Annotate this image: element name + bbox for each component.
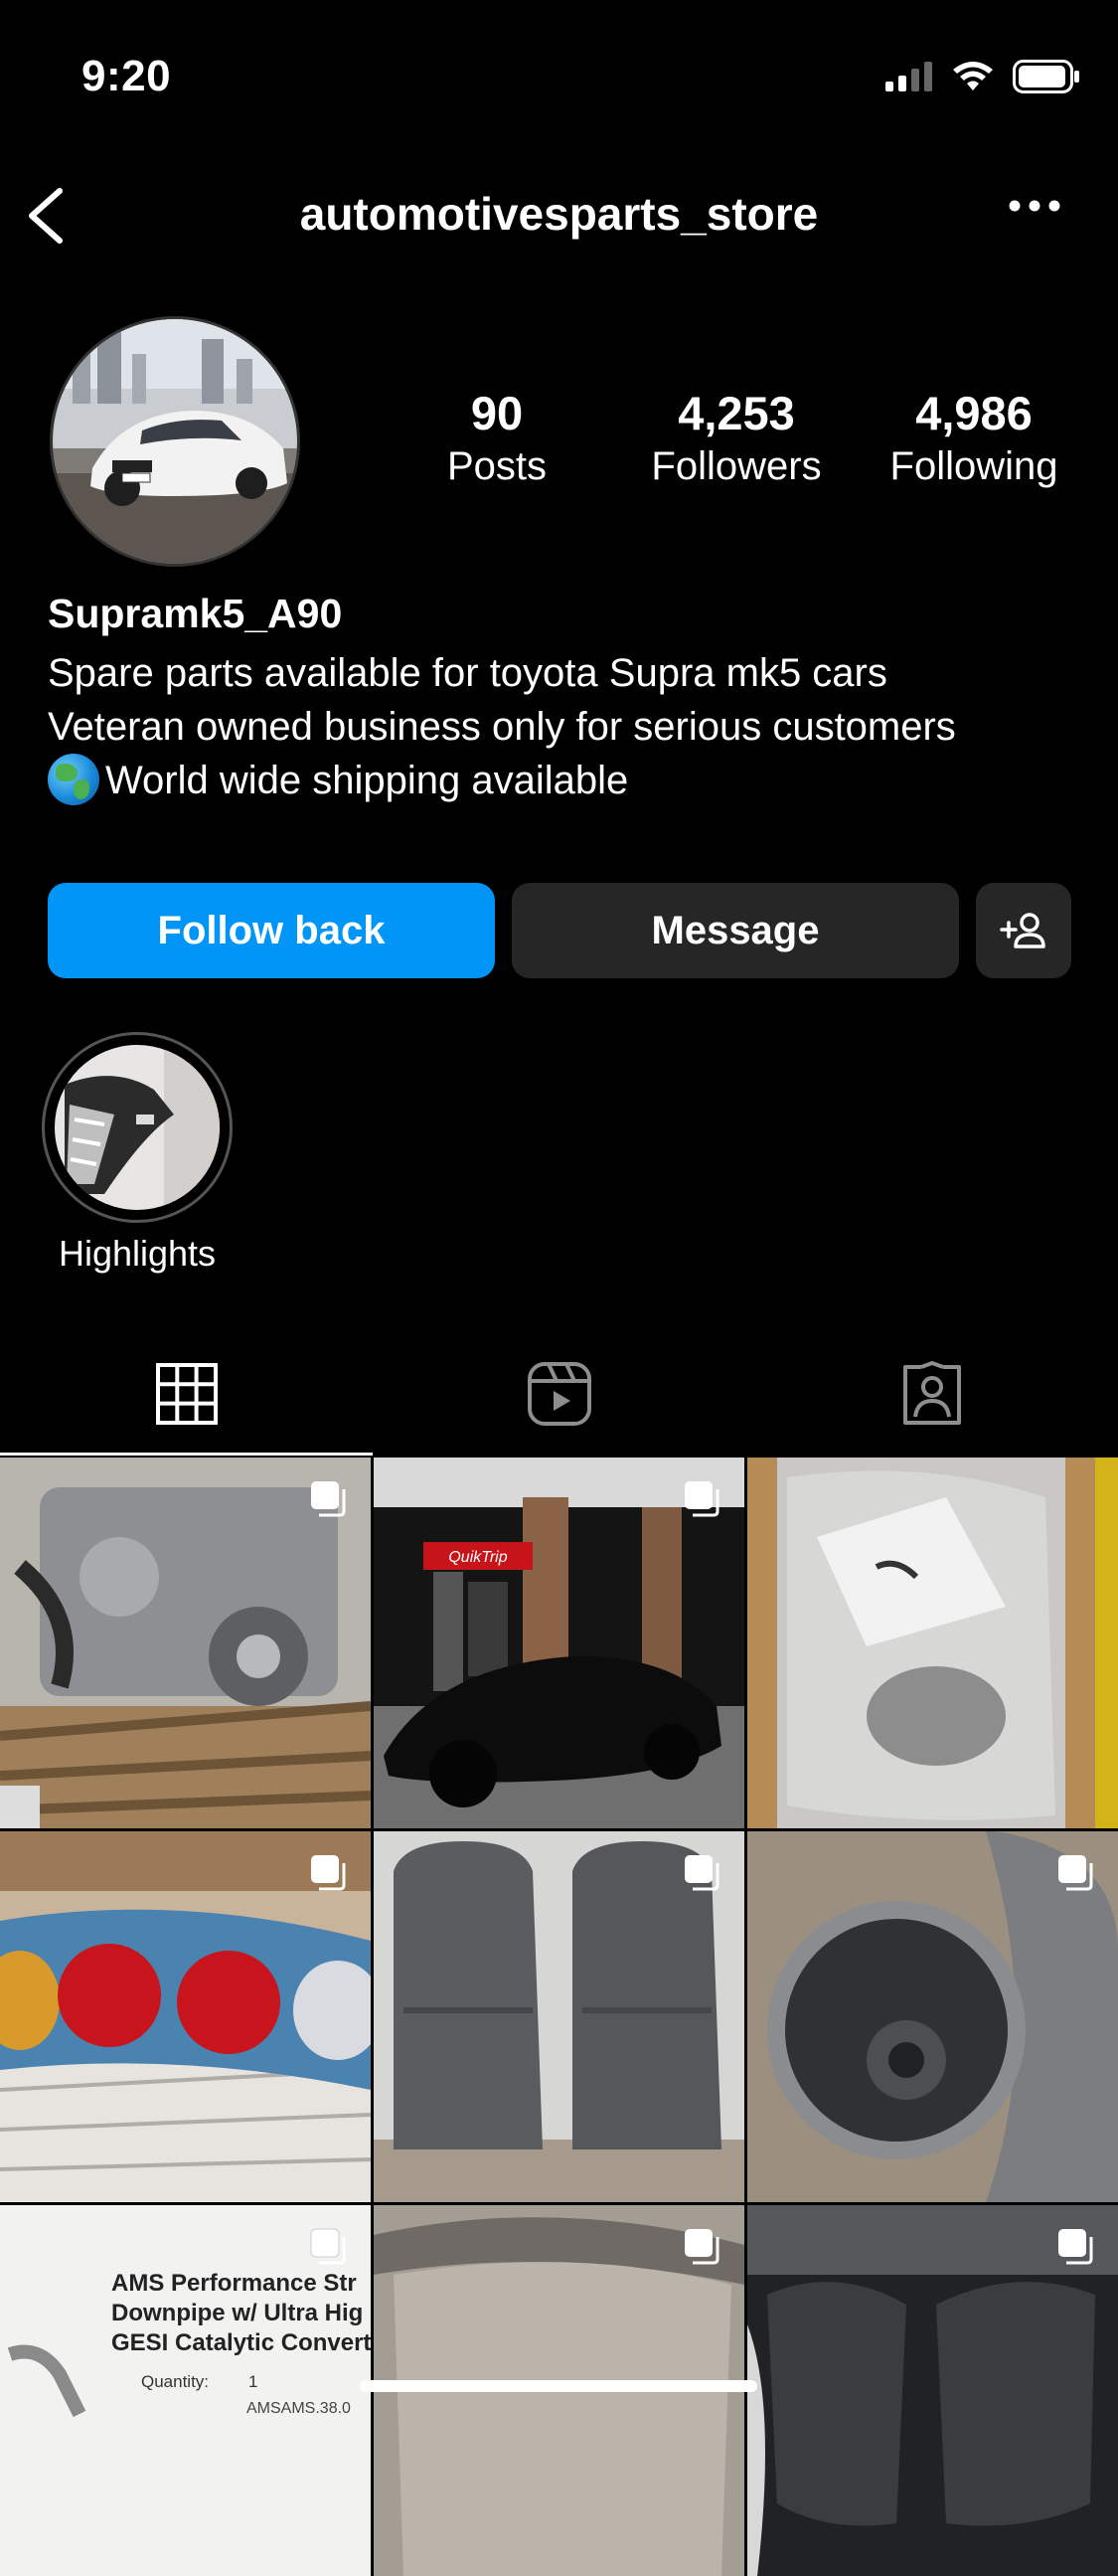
bio-line: World wide shipping available <box>48 754 1081 807</box>
invoice-quantity-label: Quantity: <box>141 2372 210 2391</box>
profile-name: Supramk5_A90 <box>48 591 343 636</box>
gas-station-sign: QuikTrip <box>448 1549 507 1566</box>
bio-line: Spare parts available for toyota Supra m… <box>48 651 887 695</box>
posts-label: Posts <box>446 444 548 488</box>
tab-posts-grid[interactable] <box>0 1356 373 1432</box>
grid-post[interactable] <box>747 1831 1118 2202</box>
following-count: 4,986 <box>915 387 1033 439</box>
highlight-circle[interactable] <box>42 1032 233 1223</box>
battery-icon <box>1013 60 1079 93</box>
following-label: Following <box>889 444 1058 488</box>
profile-username: automotivesparts_store <box>299 188 819 240</box>
multiple-posts-icon <box>685 2229 719 2265</box>
highlight-image <box>55 1045 220 1210</box>
message-button[interactable]: Message <box>512 883 959 978</box>
multiple-posts-icon <box>685 1481 719 1517</box>
status-icons <box>885 60 1080 93</box>
multiple-posts-icon <box>311 1855 346 1891</box>
bio-line: Veteran owned business only for serious … <box>48 705 956 749</box>
post-image-bagged-part <box>747 1458 1118 1828</box>
tagged-icon <box>902 1361 961 1425</box>
tab-tagged[interactable] <box>745 1356 1118 1432</box>
followers-label: Followers <box>651 444 822 488</box>
invoice-line: Downpipe w/ Ultra Hig <box>111 2300 364 2326</box>
followers-count: 4,253 <box>678 387 795 439</box>
invoice-text: AMS Performance Str Downpipe w/ Ultra Hi… <box>111 2269 371 2358</box>
multiple-posts-icon <box>685 1855 719 1891</box>
grid-post[interactable] <box>0 1831 371 2202</box>
follow-back-button[interactable]: Follow back <box>48 883 495 978</box>
home-indicator[interactable] <box>360 2380 757 2392</box>
invoice-quantity-value: 1 <box>248 2372 258 2391</box>
profile-avatar[interactable] <box>50 316 300 567</box>
stat-posts[interactable]: 90 Posts <box>398 386 596 491</box>
grid-post[interactable] <box>747 1458 1118 1828</box>
multiple-posts-icon <box>1058 1855 1093 1891</box>
stat-followers[interactable]: 4,253 Followers <box>637 386 836 491</box>
wifi-icon <box>953 62 993 90</box>
grid-post[interactable]: QuikTrip <box>374 1458 744 1828</box>
multiple-posts-icon <box>311 1481 346 1517</box>
multiple-posts-icon <box>1058 2229 1093 2265</box>
invoice-line: GESI Catalytic Convert <box>111 2329 371 2356</box>
highlight-label: Highlights <box>58 1233 217 1274</box>
cellular-signal-icon <box>885 62 932 91</box>
suggested-users-button[interactable] <box>976 883 1071 978</box>
globe-icon <box>48 754 99 805</box>
reels-icon <box>527 1362 591 1426</box>
multiple-posts-icon <box>310 2228 346 2265</box>
profile-bio: Spare parts available for toyota Supra m… <box>48 646 1081 807</box>
avatar-car-image <box>53 319 297 564</box>
bio-line-text: World wide shipping available <box>105 759 629 802</box>
posts-count: 90 <box>470 387 524 439</box>
status-time: 9:20 <box>81 52 172 100</box>
stat-following[interactable]: 4,986 Following <box>875 386 1073 491</box>
grid-post[interactable] <box>747 2205 1118 2576</box>
active-tab-indicator <box>0 1453 373 1456</box>
more-options-icon[interactable] <box>1009 199 1060 213</box>
grid-post[interactable]: AMS Performance Str Downpipe w/ Ultra Hi… <box>0 2205 371 2576</box>
grid-post[interactable] <box>374 1831 744 2202</box>
add-person-icon <box>1000 913 1045 948</box>
grid-post[interactable] <box>0 1458 371 1828</box>
invoice-part-thumbnail <box>7 2344 86 2418</box>
grid-icon <box>155 1363 218 1425</box>
tab-reels[interactable] <box>373 1356 745 1432</box>
invoice-sku: AMSAMS.38.0 <box>246 2400 351 2417</box>
invoice-line: AMS Performance Str <box>111 2270 357 2297</box>
